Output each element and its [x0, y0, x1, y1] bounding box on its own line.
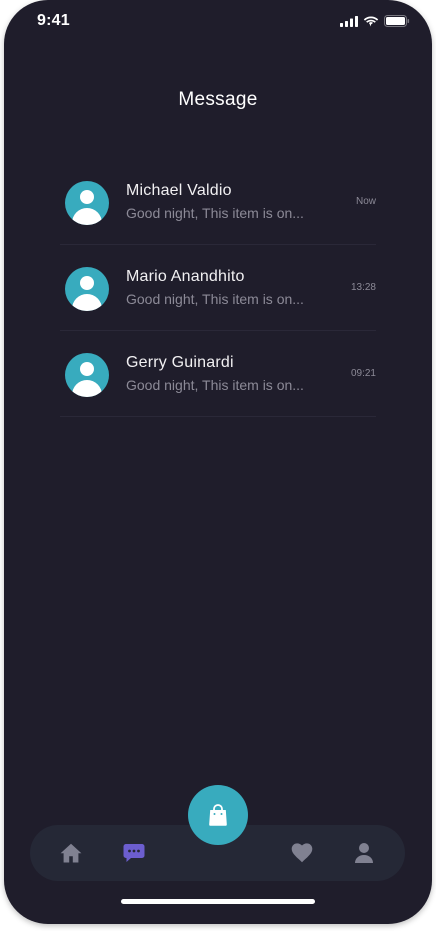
- avatar-head: [80, 362, 94, 376]
- message-list: Michael Valdio Good night, This item is …: [60, 160, 376, 418]
- message-preview: Good night, This item is on...: [126, 377, 304, 393]
- avatar-body: [72, 208, 102, 225]
- message-item[interactable]: Mario Anandhito Good night, This item is…: [60, 246, 376, 331]
- message-time: 13:28: [350, 282, 376, 293]
- sender-name: Gerry Guinardi: [126, 354, 234, 371]
- page-title: Message: [178, 89, 258, 110]
- chat-icon: [123, 844, 145, 862]
- nav-home[interactable]: [57, 839, 85, 867]
- message-time: Now: [355, 196, 376, 207]
- battery-icon: [384, 15, 410, 27]
- avatar: [65, 267, 109, 311]
- sender-name: Mario Anandhito: [126, 268, 245, 285]
- avatar-body: [72, 294, 102, 311]
- avatar-body: [72, 380, 102, 397]
- home-icon: [60, 843, 82, 863]
- message-time: 09:21: [350, 368, 376, 379]
- message-item[interactable]: Gerry Guinardi Good night, This item is …: [60, 332, 376, 417]
- status-time: 9:41: [37, 12, 70, 29]
- message-preview: Good night, This item is on...: [126, 291, 304, 307]
- heart-icon: [291, 843, 313, 863]
- avatar: [65, 181, 109, 225]
- profile-icon: [355, 843, 373, 863]
- avatar-head: [80, 190, 94, 204]
- shopping-bag-icon: [209, 804, 227, 826]
- nav-messages[interactable]: [120, 839, 148, 867]
- sender-name: Michael Valdio: [126, 182, 232, 199]
- nav-profile[interactable]: [350, 839, 378, 867]
- status-icons: [340, 15, 410, 27]
- wifi-icon: [363, 16, 379, 26]
- message-item[interactable]: Michael Valdio Good night, This item is …: [60, 160, 376, 245]
- nav-favorites[interactable]: [288, 839, 316, 867]
- status-bar: 9:41: [4, 0, 432, 44]
- cellular-signal-icon: [340, 15, 358, 27]
- message-preview: Good night, This item is on...: [126, 205, 304, 221]
- phone-screen: 9:41 Message Michael Valdio Good night, …: [4, 0, 432, 924]
- avatar: [65, 353, 109, 397]
- cart-button[interactable]: [188, 785, 248, 845]
- avatar-head: [80, 276, 94, 290]
- home-indicator[interactable]: [121, 899, 315, 904]
